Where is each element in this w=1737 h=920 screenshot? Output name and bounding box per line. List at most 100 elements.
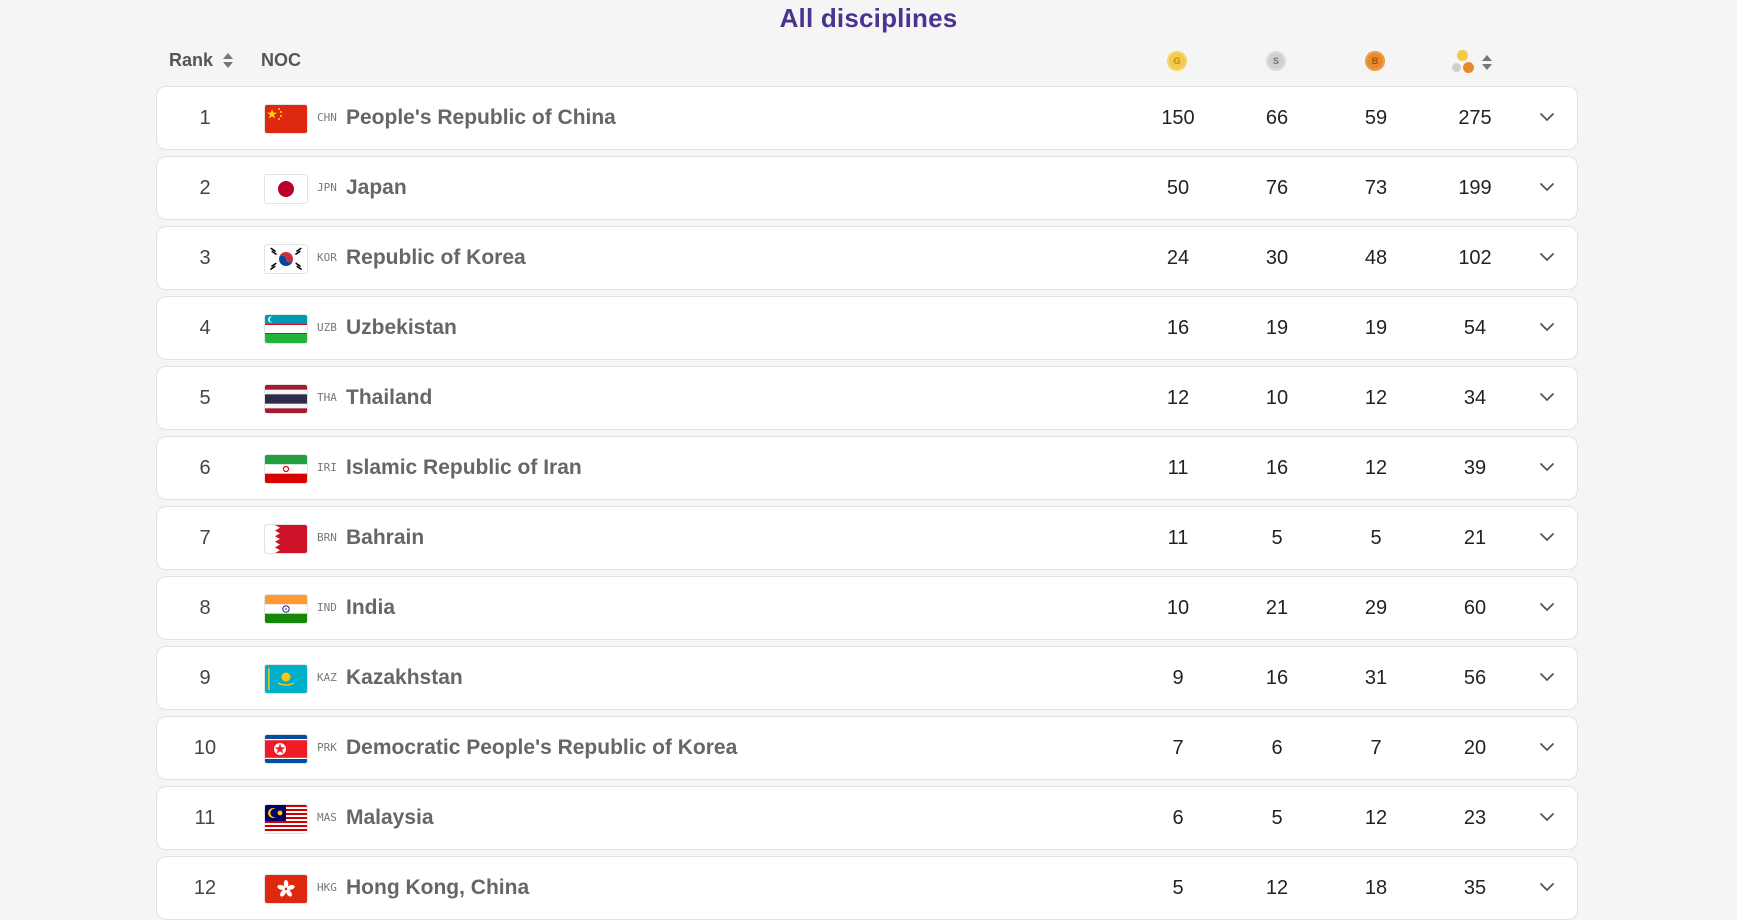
gold-count: 24 <box>1166 247 1190 269</box>
total-count: 21 <box>1463 527 1487 549</box>
gold-count: 10 <box>1166 597 1190 619</box>
total-count: 20 <box>1463 737 1487 759</box>
total-count: 60 <box>1463 597 1487 619</box>
chevron-down-icon[interactable] <box>1537 807 1557 827</box>
chevron-down-icon[interactable] <box>1537 107 1557 127</box>
gold-count: 150 <box>1161 107 1195 129</box>
uzbekistan-flag-icon <box>265 315 307 343</box>
dprk-flag-icon <box>265 735 307 763</box>
bronze-count: 12 <box>1364 807 1388 829</box>
noc-code: IRI <box>317 461 337 474</box>
gold-count: 9 <box>1172 667 1184 689</box>
noc-code: HKG <box>317 881 337 894</box>
table-row[interactable]: 3 KOR Republic of Korea 24 30 48 102 <box>156 226 1578 290</box>
silver-count: 5 <box>1271 807 1283 829</box>
thailand-flag-icon <box>265 385 307 413</box>
total-count: 35 <box>1463 877 1487 899</box>
noc-code: KAZ <box>317 671 337 684</box>
table-row[interactable]: 9 KAZ Kazakhstan 9 16 31 56 <box>156 646 1578 710</box>
rank-cell: 11 <box>194 807 216 829</box>
bronze-count: 19 <box>1364 317 1388 339</box>
country-name: Uzbekistan <box>346 316 457 339</box>
bronze-count: 73 <box>1364 177 1388 199</box>
gold-count: 11 <box>1167 527 1189 549</box>
noc-code: CHN <box>317 111 337 124</box>
table-row[interactable]: 6 IRI Islamic Republic of Iran 11 16 12 39 <box>156 436 1578 500</box>
chevron-down-icon[interactable] <box>1537 247 1557 267</box>
bronze-count: 31 <box>1364 667 1388 689</box>
table-row[interactable]: 7 BRN Bahrain 11 5 5 21 <box>156 506 1578 570</box>
country-name: Democratic People's Republic of Korea <box>346 736 738 759</box>
country-name: Japan <box>346 176 407 199</box>
total-count: 102 <box>1458 247 1492 269</box>
noc-code: PRK <box>317 741 337 754</box>
table-row[interactable]: 4 UZB Uzbekistan 16 19 19 54 <box>156 296 1578 360</box>
total-count: 23 <box>1463 807 1487 829</box>
table-row[interactable]: 10 PRK Democratic People's Republic of Kor… <box>156 716 1578 780</box>
total-count: 275 <box>1458 107 1492 129</box>
gold-count: 11 <box>1167 457 1189 479</box>
bronze-count: 48 <box>1364 247 1388 269</box>
silver-count: 66 <box>1265 107 1289 129</box>
korea-flag-icon <box>265 245 307 273</box>
country-name: Kazakhstan <box>346 666 463 689</box>
chevron-down-icon[interactable] <box>1537 317 1557 337</box>
total-count: 54 <box>1463 317 1487 339</box>
noc-code: KOR <box>317 251 337 264</box>
rank-header-label: Rank <box>169 50 214 70</box>
noc-header-label: NOC <box>261 50 301 70</box>
table-row[interactable]: 5 THA Thailand 12 10 12 34 <box>156 366 1578 430</box>
silver-count: 5 <box>1271 527 1283 549</box>
gold-count: 6 <box>1172 807 1184 829</box>
silver-count: 21 <box>1265 597 1289 619</box>
noc-code: IND <box>317 601 337 614</box>
rank-cell: 7 <box>199 527 211 549</box>
chevron-down-icon[interactable] <box>1537 737 1557 757</box>
chevron-down-icon[interactable] <box>1537 387 1557 407</box>
japan-flag-icon <box>265 175 307 203</box>
table-row[interactable]: 2 JPN Japan 50 76 73 199 <box>156 156 1578 220</box>
table-row[interactable]: 11 MAS Malaysia 6 5 12 23 <box>156 786 1578 850</box>
rank-cell: 10 <box>193 737 217 759</box>
bronze-count: 59 <box>1364 107 1388 129</box>
chevron-down-icon[interactable] <box>1537 527 1557 547</box>
noc-code: BRN <box>317 531 337 544</box>
rank-cell: 2 <box>199 177 211 199</box>
hongkong-flag-icon <box>265 875 307 903</box>
silver-count: 6 <box>1271 737 1283 759</box>
kazakhstan-flag-icon <box>265 665 307 693</box>
noc-code: THA <box>317 391 337 404</box>
bronze-count: 18 <box>1364 877 1388 899</box>
gold-count: 7 <box>1172 737 1184 759</box>
total-sort-button[interactable] <box>1452 49 1500 75</box>
silver-count: 16 <box>1265 667 1289 689</box>
noc-code: MAS <box>317 811 337 824</box>
silver-medal-icon: S <box>1266 51 1286 71</box>
bronze-count: 7 <box>1370 737 1382 759</box>
chevron-down-icon[interactable] <box>1537 877 1557 897</box>
chevron-down-icon[interactable] <box>1537 457 1557 477</box>
silver-count: 76 <box>1265 177 1289 199</box>
country-name: Hong Kong, China <box>346 876 530 899</box>
india-flag-icon <box>265 595 307 623</box>
bronze-count: 12 <box>1364 387 1388 409</box>
malaysia-flag-icon <box>265 805 307 833</box>
rank-cell: 8 <box>199 597 211 619</box>
silver-count: 30 <box>1265 247 1289 269</box>
chevron-down-icon[interactable] <box>1537 597 1557 617</box>
table-row[interactable]: 8 IND India 10 21 29 60 <box>156 576 1578 640</box>
country-name: Malaysia <box>346 806 434 829</box>
chevron-down-icon[interactable] <box>1537 667 1557 687</box>
bronze-count: 29 <box>1364 597 1388 619</box>
iran-flag-icon <box>265 455 307 483</box>
sort-icon <box>1482 54 1492 70</box>
total-count: 34 <box>1463 387 1487 409</box>
rank-sort-button[interactable]: Rank <box>169 50 234 71</box>
table-row[interactable]: 12 HKG Hong Kong, China 5 12 18 35 <box>156 856 1578 920</box>
noc-code: JPN <box>317 181 337 194</box>
rank-cell: 5 <box>199 387 211 409</box>
chevron-down-icon[interactable] <box>1537 177 1557 197</box>
bronze-count: 5 <box>1370 527 1382 549</box>
gold-count: 12 <box>1166 387 1190 409</box>
table-row[interactable]: 1 CHN People's Republic of China 150 66 59 275 <box>156 86 1578 150</box>
